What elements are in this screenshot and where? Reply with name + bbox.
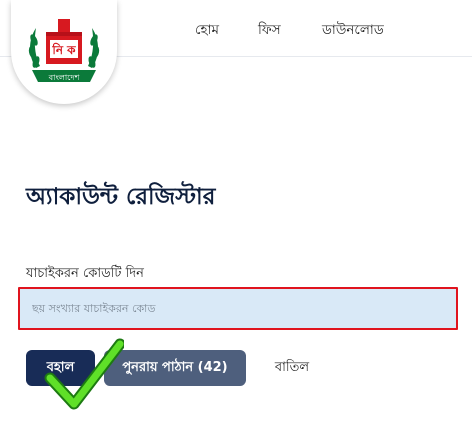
logo-country-text: বাংলাদেশ xyxy=(48,73,80,82)
cancel-button[interactable]: বাতিল xyxy=(262,350,322,386)
verification-code-label: যাচাইকরন কোডটি দিন xyxy=(26,266,144,281)
nav-fees[interactable]: ফিস xyxy=(258,19,281,42)
nav-home[interactable]: হোম xyxy=(195,19,219,42)
election-commission-emblem-icon: নি ক বাংলাদেশ xyxy=(28,19,100,82)
verification-code-input[interactable] xyxy=(18,287,458,330)
site-logo[interactable]: নি ক বাংলাদেশ xyxy=(11,0,117,104)
submit-button[interactable]: বহাল xyxy=(26,350,95,386)
svg-text:নি ক: নি ক xyxy=(51,42,76,57)
page-title: অ্যাকাউন্ট রেজিস্টার xyxy=(26,184,216,210)
nav-download[interactable]: ডাউনলোড xyxy=(322,19,384,42)
resend-code-button[interactable]: পুনরায় পাঠান (42) xyxy=(104,350,246,386)
